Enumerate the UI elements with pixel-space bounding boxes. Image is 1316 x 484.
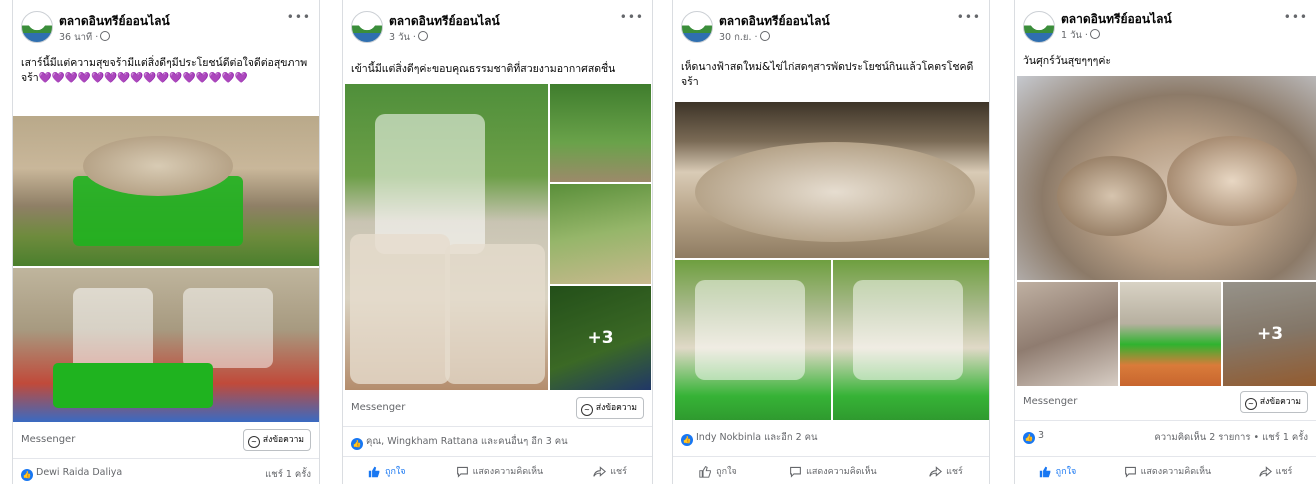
- post-caption: เสาร์นี้มีแต่ความสุขจร้ามีแต่สิ่งดีๆมีปร…: [21, 57, 308, 84]
- reactor-names[interactable]: คุณ, Wingkham Rattana และคนอื่นๆ อีก 3 ค…: [366, 436, 568, 447]
- comments-shares-count[interactable]: ความคิดเห็น 2 รายการ • แชร์ 1 ครั้ง: [1154, 430, 1308, 445]
- globe-icon: [100, 31, 111, 41]
- share-arrow-icon: [929, 465, 943, 477]
- page-avatar[interactable]: [351, 11, 383, 43]
- post-header: ตลาดอินทรีย์ออนไลน์ 1 วัน · •••: [1023, 8, 1308, 46]
- more-options-icon[interactable]: •••: [620, 10, 644, 24]
- comment-icon: [456, 466, 468, 478]
- reactor-names[interactable]: Indy Nokbinla และอีก 2 คน: [696, 432, 818, 443]
- action-bar: ถูกใจ แสดงความคิดเห็น แชร์: [343, 456, 652, 484]
- thumbs-up-icon: [699, 465, 712, 478]
- globe-icon: [759, 31, 770, 41]
- post-photo[interactable]: [1017, 76, 1316, 280]
- more-photos-tile[interactable]: +3: [1223, 282, 1316, 386]
- post-card-4: ตลาดอินทรีย์ออนไลน์ 1 วัน · ••• วันศุกร์…: [1014, 0, 1316, 484]
- messenger-row: Messenger ~ ส่งข้อความ: [13, 424, 319, 459]
- post-caption: เห็ดนางฟ้าสดใหม่&ไข่ไก่สดๆสารพัดประโยชน์…: [681, 61, 974, 88]
- share-button[interactable]: แชร์: [593, 464, 627, 478]
- globe-icon: [417, 31, 428, 41]
- messenger-row: Messenger ~ ส่งข้อความ: [1015, 386, 1316, 421]
- like-reaction-icon: 👍: [681, 434, 693, 446]
- post-photo[interactable]: [675, 102, 989, 258]
- globe-icon: [1089, 29, 1100, 39]
- post-header: ตลาดอินทรีย์ออนไลน์ 30 ก.ย. · •••: [681, 8, 981, 46]
- like-button[interactable]: ถูกใจ: [699, 464, 737, 478]
- reaction-row: 👍 Indy Nokbinla และอีก 2 คน: [681, 430, 981, 448]
- action-bar: ถูกใจ แสดงความคิดเห็น แชร์: [1015, 456, 1316, 484]
- messenger-label: Messenger: [1023, 396, 1078, 407]
- post-time[interactable]: 36 นาที ·: [59, 30, 111, 45]
- post-time[interactable]: 3 วัน ·: [389, 30, 428, 45]
- send-message-button[interactable]: ~ ส่งข้อความ: [242, 429, 311, 451]
- post-time[interactable]: 1 วัน ·: [1061, 28, 1100, 43]
- post-photo[interactable]: [13, 116, 319, 266]
- post-time[interactable]: 30 ก.ย. ·: [719, 30, 770, 45]
- messenger-label: Messenger: [21, 434, 76, 445]
- post-caption: วันศุกร์วันสุขๆๆๆค่ะ: [1023, 55, 1111, 67]
- comment-icon: [790, 466, 801, 478]
- more-options-icon[interactable]: •••: [287, 10, 311, 24]
- thumbs-up-icon: [368, 466, 380, 477]
- messenger-row: Messenger ~ ส่งข้อความ: [343, 392, 652, 427]
- more-photos-tile[interactable]: +3: [550, 286, 651, 390]
- reaction-row: 👍 3 ความคิดเห็น 2 รายการ • แชร์ 1 ครั้ง: [1023, 430, 1308, 448]
- messenger-icon: ~: [247, 436, 260, 448]
- post-header: ตลาดอินทรีย์ออนไลน์ 36 นาที · •••: [21, 8, 311, 46]
- page-name[interactable]: ตลาดอินทรีย์ออนไลน์: [389, 12, 500, 31]
- share-arrow-icon: [593, 465, 607, 477]
- comment-icon: [1124, 466, 1136, 478]
- reaction-row: 👍 คุณ, Wingkham Rattana และคนอื่นๆ อีก 3 …: [351, 434, 644, 452]
- post-photo[interactable]: [1017, 282, 1118, 386]
- like-button[interactable]: ถูกใจ: [368, 464, 406, 478]
- like-button[interactable]: ถูกใจ: [1039, 464, 1076, 478]
- page-name[interactable]: ตลาดอินทรีย์ออนไลน์: [1061, 10, 1172, 29]
- share-count[interactable]: แชร์ 1 ครั้ง: [265, 467, 311, 482]
- page-avatar[interactable]: [1023, 11, 1055, 43]
- more-options-icon[interactable]: •••: [1284, 10, 1308, 24]
- share-arrow-icon: [1258, 465, 1272, 477]
- post-card-1: ตลาดอินทรีย์ออนไลน์ 36 นาที · ••• เสาร์น…: [12, 0, 320, 484]
- messenger-label: Messenger: [351, 402, 406, 413]
- more-options-icon[interactable]: •••: [957, 10, 981, 24]
- post-photo[interactable]: [345, 84, 548, 390]
- share-button[interactable]: แชร์: [1258, 464, 1292, 478]
- page-name[interactable]: ตลาดอินทรีย์ออนไลน์: [719, 12, 830, 31]
- reaction-row: 👍 Dewi Raida Daliya แชร์ 1 ครั้ง: [21, 467, 311, 484]
- post-photo[interactable]: [550, 84, 651, 182]
- comment-button[interactable]: แสดงความคิดเห็น: [1124, 464, 1211, 478]
- more-photos-count: +3: [550, 286, 651, 390]
- post-card-3: ตลาดอินทรีย์ออนไลน์ 30 ก.ย. · ••• เห็ดนา…: [672, 0, 990, 484]
- post-card-2: ตลาดอินทรีย์ออนไลน์ 3 วัน · ••• เข้านี้ม…: [342, 0, 653, 484]
- messenger-icon: ~: [1244, 398, 1257, 410]
- thumbs-up-icon: [1039, 466, 1051, 477]
- send-message-button[interactable]: ~ ส่งข้อความ: [1239, 391, 1308, 413]
- action-bar: ถูกใจ แสดงความคิดเห็น แชร์: [673, 456, 989, 484]
- reaction-count[interactable]: 3: [1038, 430, 1044, 441]
- messenger-icon: ~: [580, 404, 593, 416]
- post-photo[interactable]: [833, 260, 989, 420]
- post-photo[interactable]: [1120, 282, 1221, 386]
- send-message-button[interactable]: ~ ส่งข้อความ: [575, 397, 644, 419]
- more-photos-count: +3: [1223, 282, 1316, 386]
- reactor-names[interactable]: Dewi Raida Daliya: [36, 467, 122, 478]
- like-reaction-icon: 👍: [21, 469, 33, 481]
- comment-button[interactable]: แสดงความคิดเห็น: [789, 464, 877, 478]
- comment-button[interactable]: แสดงความคิดเห็น: [456, 464, 543, 478]
- page-avatar[interactable]: [681, 11, 713, 43]
- post-photo[interactable]: [675, 260, 831, 420]
- post-caption: เข้านี้มีแต่สิ่งดีๆค่ะขอบคุณธรรมชาติที่ส…: [351, 63, 616, 75]
- post-photo[interactable]: [13, 268, 319, 422]
- like-reaction-icon: 👍: [351, 438, 363, 450]
- post-photo[interactable]: [550, 184, 651, 284]
- page-name[interactable]: ตลาดอินทรีย์ออนไลน์: [59, 12, 170, 31]
- share-button[interactable]: แชร์: [929, 464, 963, 478]
- page-avatar[interactable]: [21, 11, 53, 43]
- post-header: ตลาดอินทรีย์ออนไลน์ 3 วัน · •••: [351, 8, 644, 46]
- like-reaction-icon: 👍: [1023, 432, 1035, 444]
